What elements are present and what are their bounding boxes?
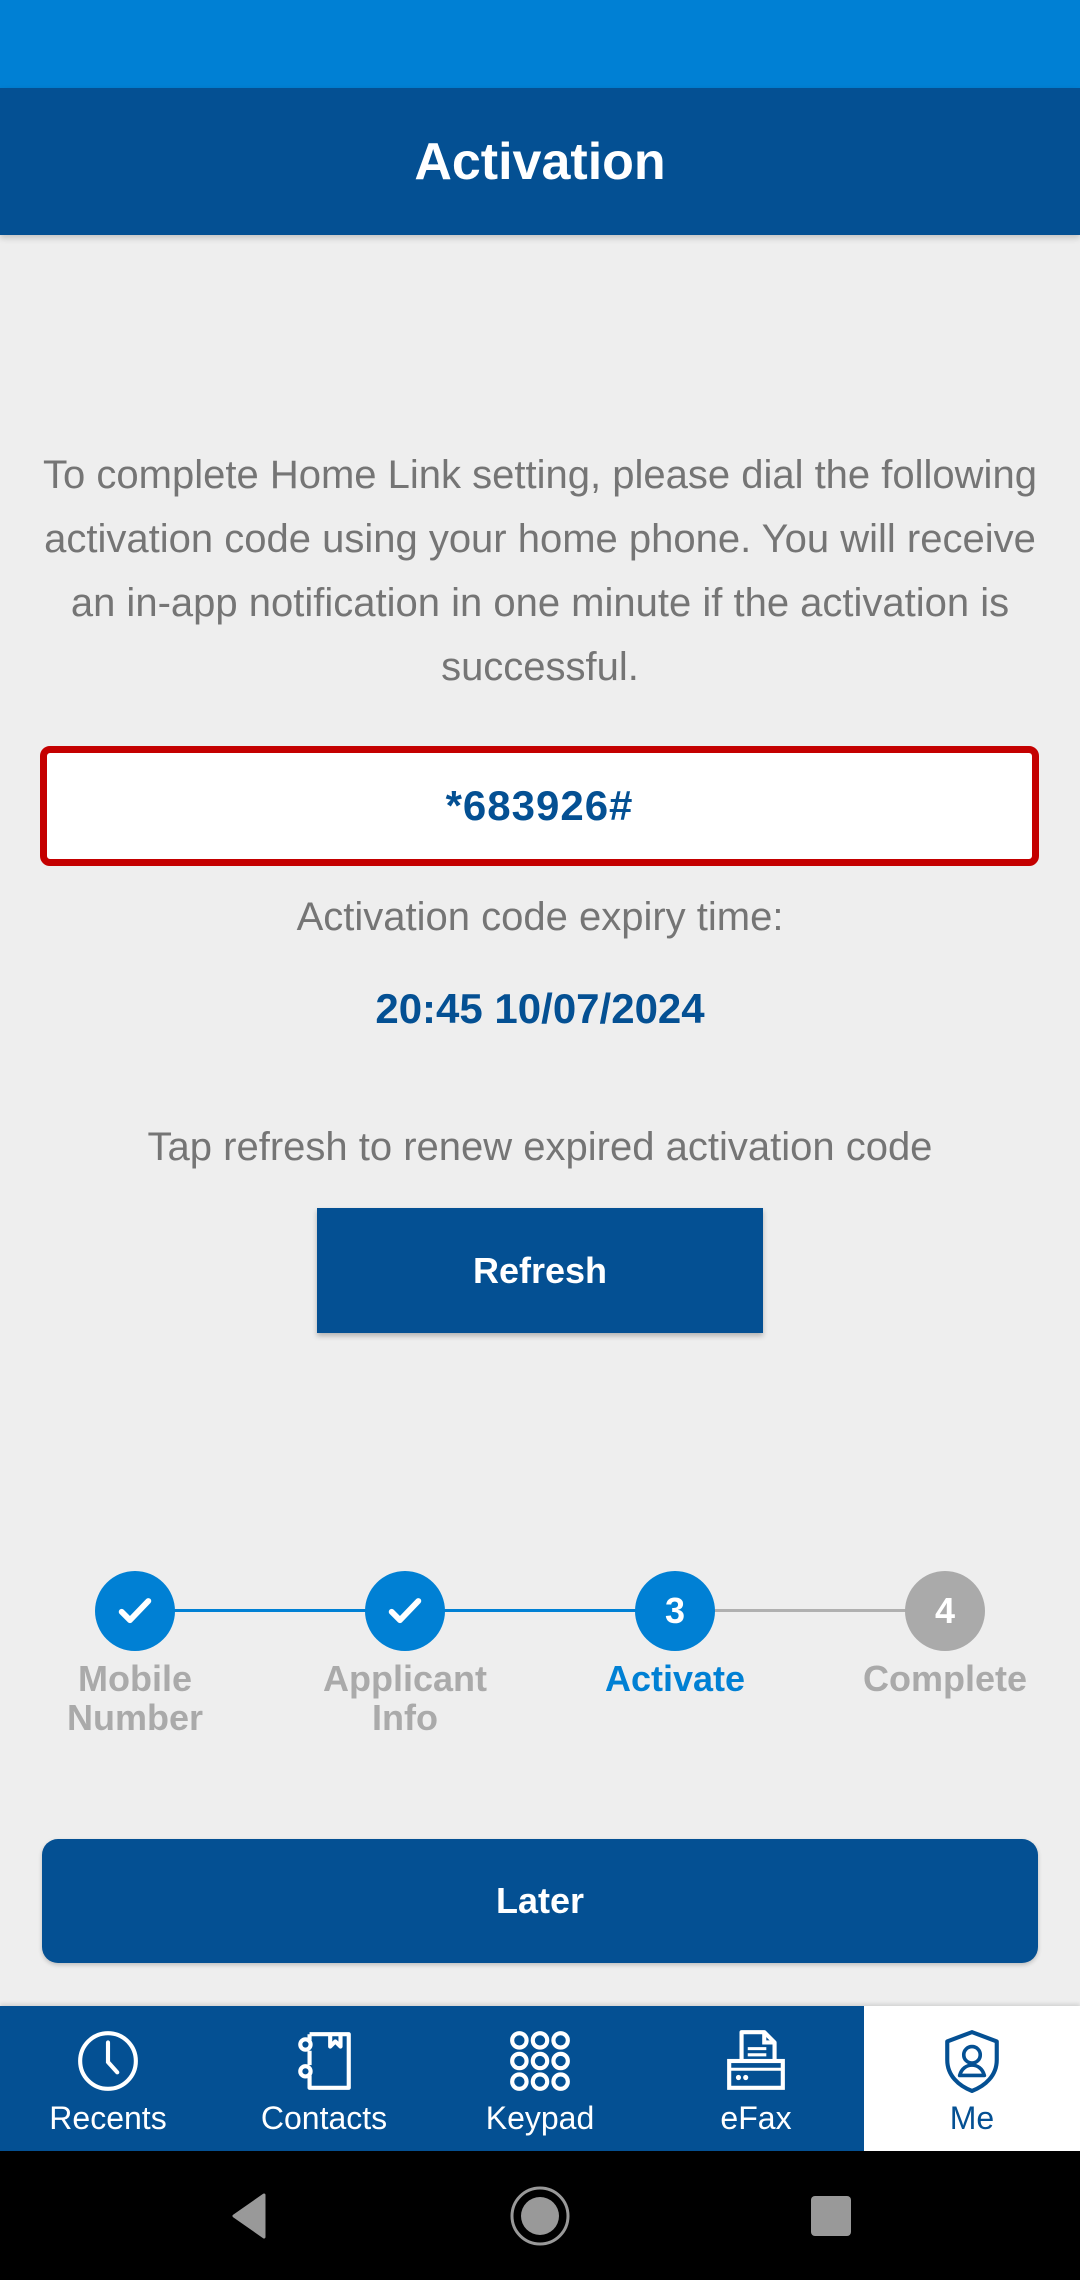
nav-label: eFax <box>720 2100 792 2136</box>
instructions-text: To complete Home Link setting, please di… <box>43 453 1037 689</box>
nav-label: Keypad <box>485 2100 595 2136</box>
app-header: Activation <box>0 88 1080 235</box>
activation-code-box: *683926# <box>40 746 1039 866</box>
step-complete: 4 Complete <box>810 1571 1080 1698</box>
page-title: Activation <box>414 132 666 191</box>
step-label: Applicant Info <box>322 1658 487 1738</box>
nav-label: Me <box>949 2100 995 2136</box>
nav-item-recents[interactable]: Recents <box>0 2006 216 2151</box>
bottom-nav: Recents Contacts Keypad eFax Me <box>0 2006 1080 2151</box>
nav-item-keypad[interactable]: Keypad <box>432 2006 648 2151</box>
step-mobile-number: Mobile Number <box>0 1571 270 1737</box>
step-circle-done <box>365 1571 445 1651</box>
later-button[interactable]: Later <box>42 1839 1038 1963</box>
step-label: Activate <box>604 1658 746 1699</box>
refresh-button[interactable]: Refresh <box>317 1208 763 1333</box>
step-circle-active: 3 <box>635 1571 715 1651</box>
step-label: Complete <box>862 1658 1028 1699</box>
recents-square-icon <box>811 2196 851 2236</box>
expiry-label: Activation code expiry time: <box>296 895 784 939</box>
nav-label: Contacts <box>260 2100 388 2136</box>
system-navigation-bar <box>0 2151 1080 2280</box>
home-circle-icon <box>510 2186 570 2246</box>
progress-stepper: Mobile Number Applicant Info 3 Activate 4 … <box>0 1571 1080 1771</box>
step-applicant-info: Applicant Info <box>270 1571 540 1737</box>
step-label: Mobile Number <box>66 1658 204 1738</box>
home-button[interactable] <box>505 2181 575 2251</box>
checkmark-icon <box>388 1598 422 1624</box>
shield-user-icon <box>945 2030 999 2093</box>
checkmark-icon <box>118 1598 152 1624</box>
status-bar <box>0 0 1080 88</box>
fax-icon <box>727 2030 785 2090</box>
step-circle-done <box>95 1571 175 1651</box>
back-button[interactable] <box>213 2181 283 2251</box>
activation-code: *683926# <box>445 782 634 829</box>
keypad-icon <box>510 2031 570 2091</box>
refresh-hint: Tap refresh to renew expired activation … <box>147 1125 933 1169</box>
nav-item-efax[interactable]: eFax <box>648 2006 864 2151</box>
activation-content: To complete Home Link setting, please di… <box>0 235 1080 2006</box>
back-triangle-icon <box>232 2193 266 2239</box>
step-circle-pending: 4 <box>905 1571 985 1651</box>
nav-label: Recents <box>49 2100 167 2136</box>
expiry-value: 20:45 10/07/2024 <box>375 985 705 1032</box>
recents-button[interactable] <box>796 2181 866 2251</box>
step-activate: 3 Activate <box>540 1571 810 1698</box>
nav-item-me[interactable]: Me <box>864 2006 1080 2151</box>
address-book-icon <box>298 2032 351 2090</box>
nav-item-contacts[interactable]: Contacts <box>216 2006 432 2151</box>
clock-icon <box>78 2031 138 2091</box>
